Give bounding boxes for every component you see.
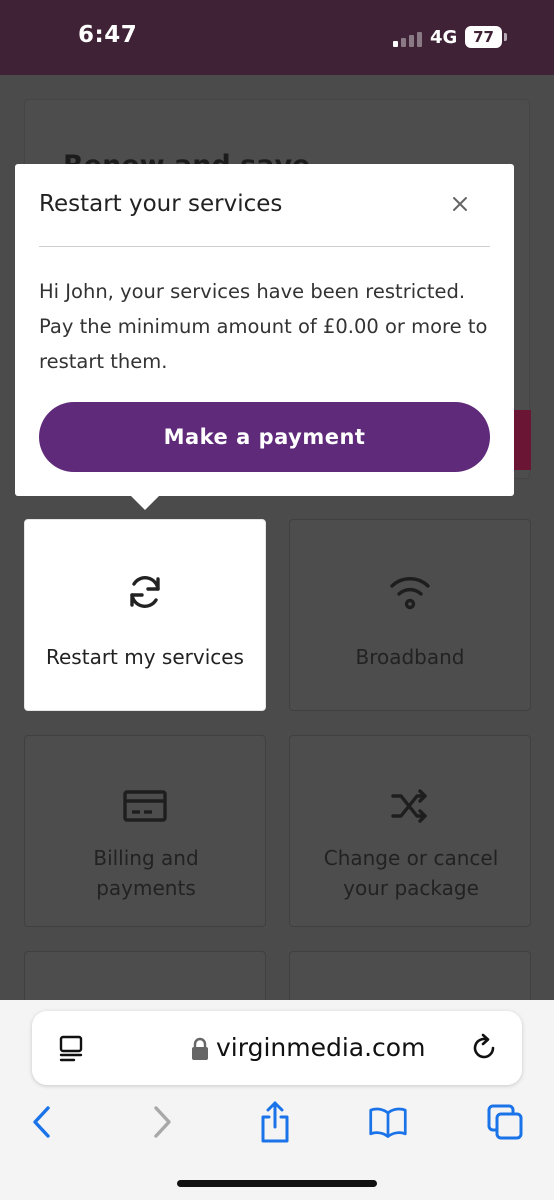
bookmarks-button[interactable] (368, 1100, 408, 1144)
forward-button[interactable] (142, 1100, 182, 1144)
tile-label: Change or cancel your package (323, 846, 499, 900)
wifi-icon (290, 572, 530, 612)
share-button[interactable] (255, 1100, 295, 1144)
network-type: 4G (430, 27, 458, 48)
tile-billing-and-payments[interactable]: Billing and payments (24, 735, 266, 927)
browser-toolbar: virginmedia.com (0, 1000, 554, 1200)
reload-icon[interactable] (469, 1033, 499, 1063)
tile-label: Billing and payments (93, 846, 199, 900)
chevron-right-icon (154, 1106, 171, 1138)
address-bar[interactable]: virginmedia.com (32, 1011, 522, 1085)
popover-title: Restart your services (39, 191, 283, 217)
chevron-left-icon (33, 1106, 50, 1138)
tile-change-or-cancel-package[interactable]: Change or cancel your package (289, 735, 531, 927)
popover-arrow (131, 496, 159, 510)
promo-accent (513, 410, 531, 470)
make-payment-button[interactable]: Make a payment (39, 402, 490, 472)
tile-label: Restart my services (46, 645, 244, 669)
share-icon (261, 1101, 289, 1143)
tabs-button[interactable] (485, 1100, 525, 1144)
home-indicator (177, 1180, 377, 1187)
close-icon[interactable] (448, 192, 472, 216)
tile-restart-my-services[interactable]: Restart my services (24, 519, 266, 711)
back-button[interactable] (22, 1100, 62, 1144)
lock-icon (190, 1037, 210, 1061)
tile-broadband[interactable]: Broadband (289, 519, 531, 711)
status-bar: 6:47 4G 77 (0, 0, 554, 75)
refresh-icon (25, 572, 265, 612)
restart-services-popover: Restart your services Hi John, your serv… (15, 164, 514, 496)
reader-icon[interactable] (56, 1033, 86, 1063)
battery-icon: 77 (465, 26, 507, 48)
popover-divider (39, 246, 490, 247)
status-time: 6:47 (78, 22, 138, 48)
tile-label: Broadband (355, 645, 465, 669)
credit-card-icon (25, 788, 265, 828)
popover-message: Hi John, your services have been restric… (39, 280, 488, 373)
url-text: virginmedia.com (216, 1033, 426, 1062)
book-icon (369, 1107, 407, 1138)
shuffle-icon (290, 788, 530, 828)
tabs-icon (487, 1104, 523, 1140)
cellular-signal-icon (393, 31, 423, 47)
